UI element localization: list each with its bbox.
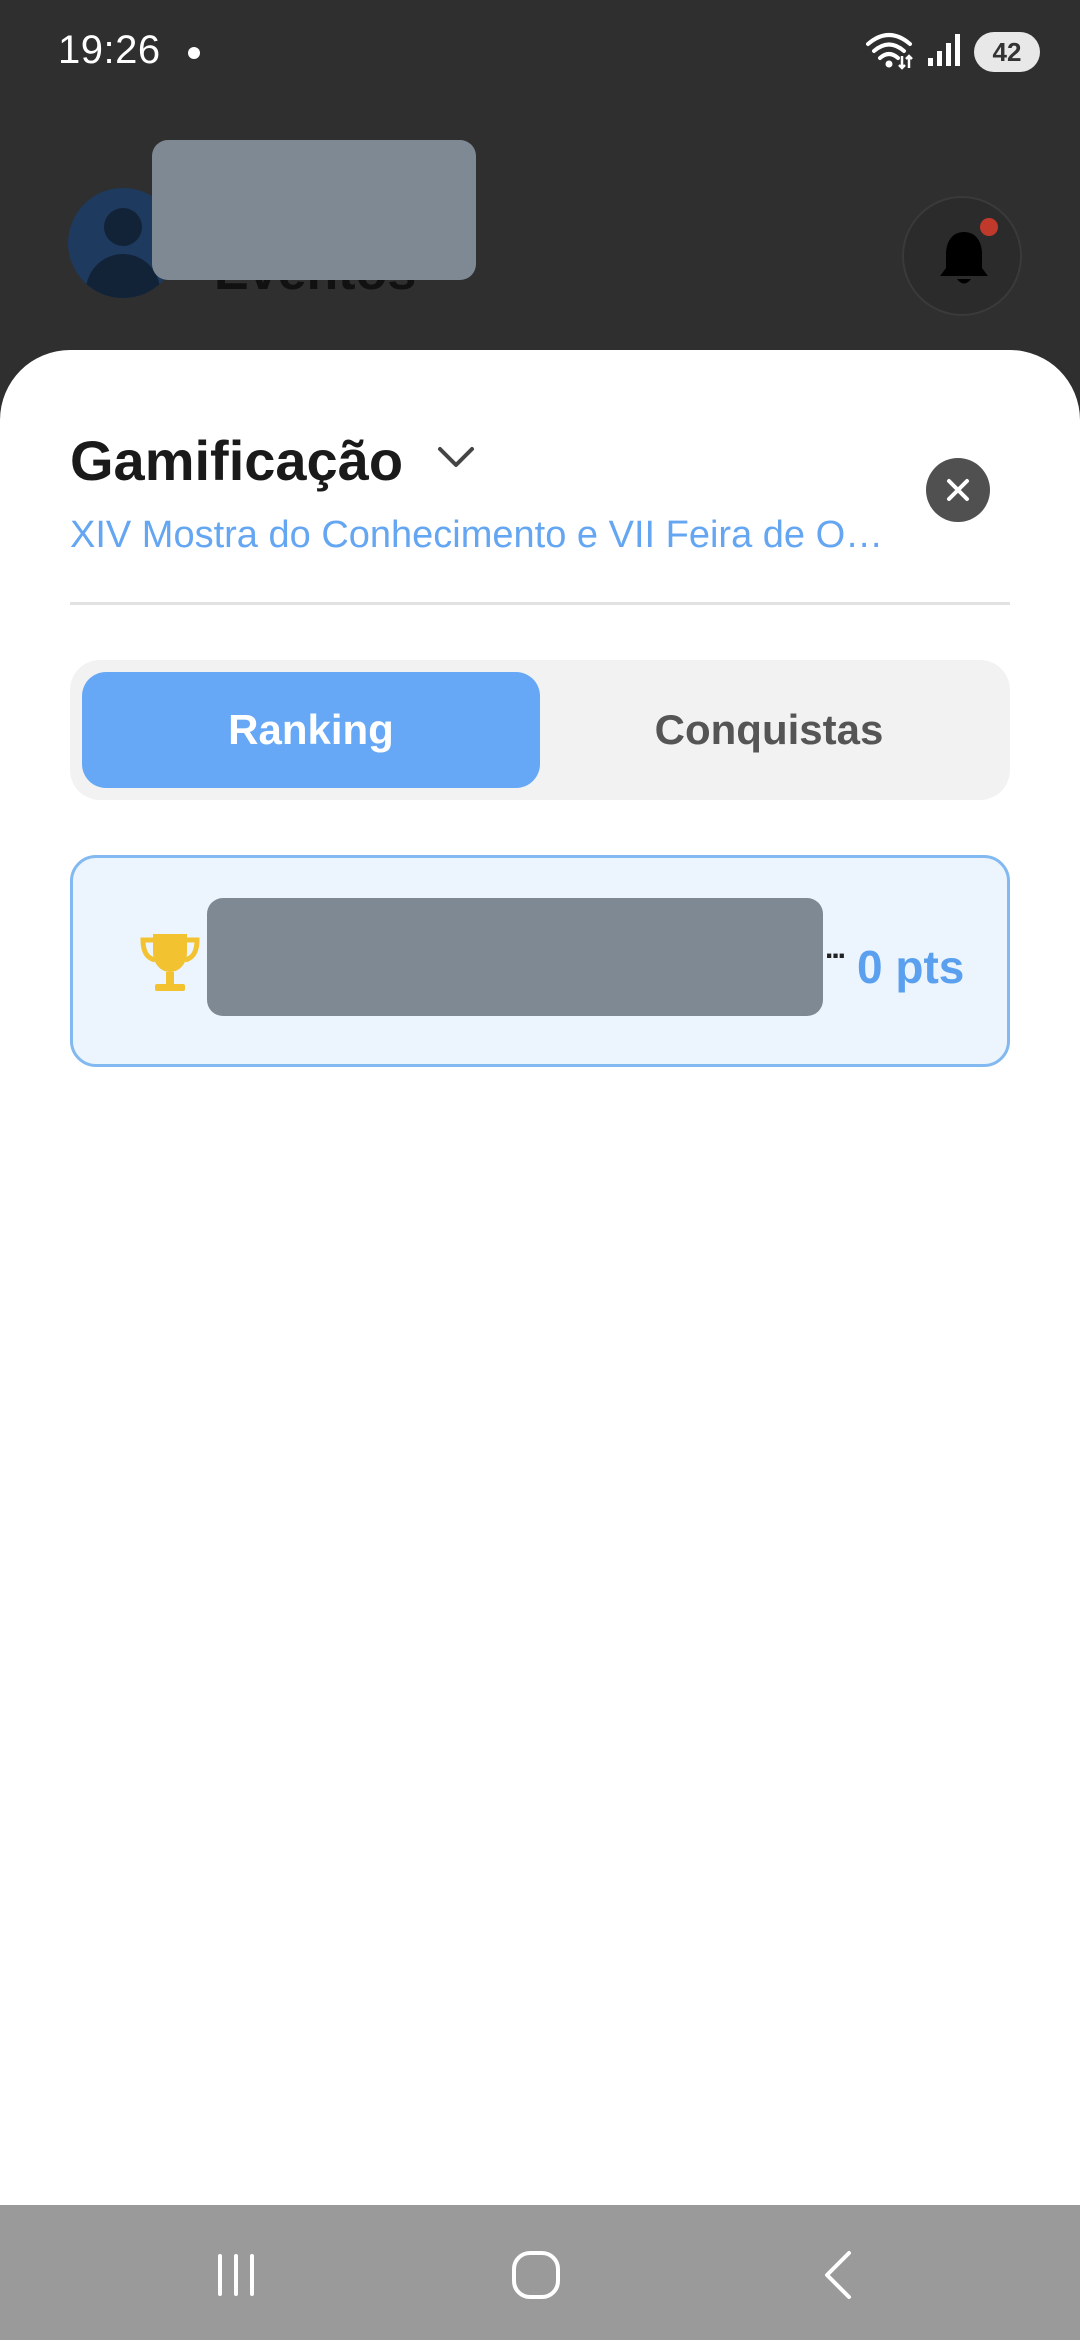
points-value: 0 pts (857, 941, 965, 993)
tab-conquistas[interactable]: Conquistas (540, 672, 998, 788)
close-button[interactable] (926, 458, 990, 522)
bell-icon (940, 232, 988, 284)
battery-indicator: 42 (974, 32, 1040, 72)
signal-icon (926, 32, 962, 73)
home-button[interactable] (496, 2245, 576, 2305)
wifi-icon (864, 30, 914, 75)
event-name: XIV Mostra do Conhecimento e VII Feira d… (70, 514, 890, 556)
sheet-title[interactable]: Gamificação (70, 428, 403, 493)
recent-apps-icon (218, 2254, 254, 2296)
notification-dot-icon (188, 47, 200, 59)
trophy-icon (139, 930, 201, 999)
screen: 19:26 42 Gamificação XIV Mostra do Conhe… (0, 0, 1080, 2340)
notifications-button[interactable] (902, 196, 1022, 316)
background-app-header: Eventos (0, 110, 1080, 370)
notification-badge (980, 218, 998, 236)
status-bar: 19:26 42 (0, 0, 1080, 110)
recent-apps-button[interactable] (196, 2245, 276, 2305)
back-button[interactable] (800, 2245, 880, 2305)
tab-ranking[interactable]: Ranking (82, 672, 540, 788)
gamification-sheet: Gamificação XIV Mostra do Conhecimento e… (0, 350, 1080, 2205)
chevron-down-icon[interactable] (436, 445, 476, 476)
close-icon (947, 479, 969, 501)
home-icon (512, 2251, 560, 2299)
redacted-block (152, 140, 476, 280)
navigation-bar (0, 2205, 1080, 2340)
ranking-row[interactable]: ... 0 pts (70, 855, 1010, 1067)
status-time: 19:26 (58, 28, 161, 72)
status-icons: 42 (864, 30, 1040, 74)
back-icon (825, 2251, 851, 2299)
redacted-participant-name (207, 898, 823, 1016)
divider (70, 602, 1010, 605)
name-truncation: ... (825, 932, 846, 965)
tab-switcher: Ranking Conquistas (70, 660, 1010, 800)
